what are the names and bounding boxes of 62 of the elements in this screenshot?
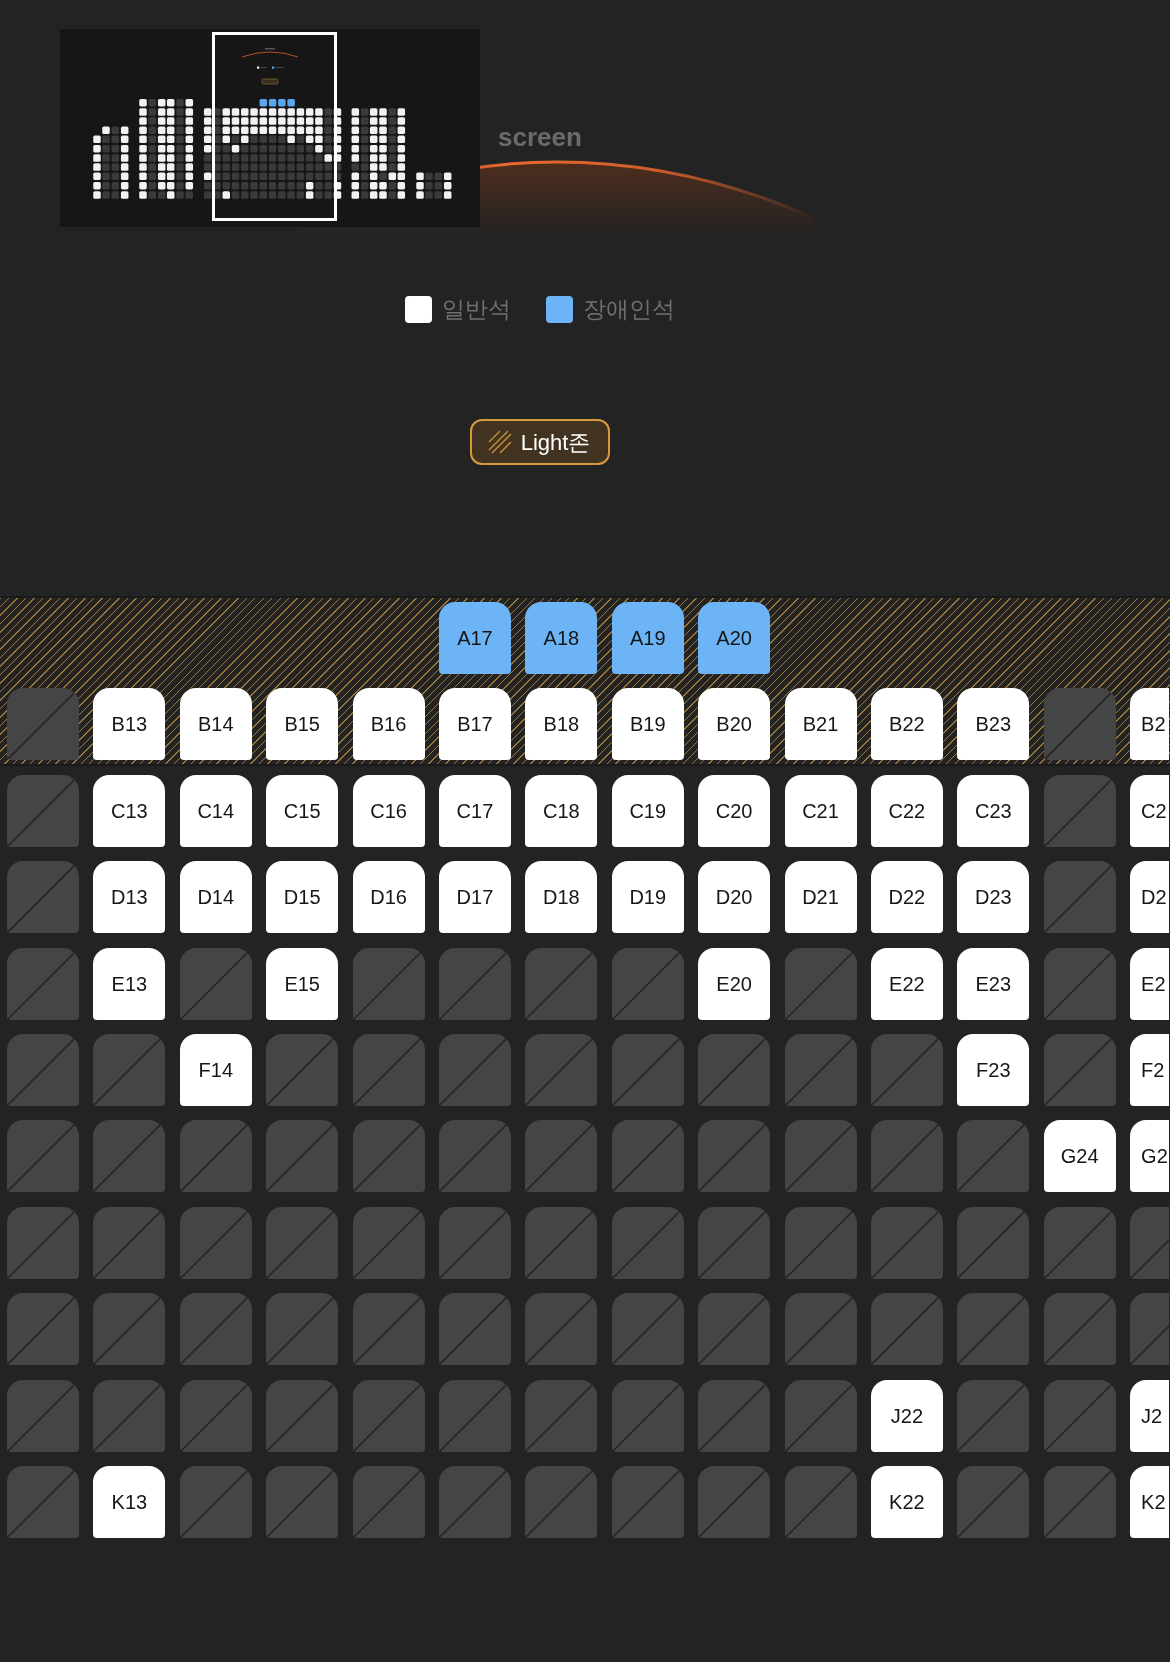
seat[interactable]: K13 <box>93 1465 166 1538</box>
seat[interactable]: C16 <box>352 774 425 847</box>
seat[interactable]: C23 <box>957 774 1030 847</box>
seat[interactable]: D16 <box>352 861 425 934</box>
seat[interactable]: K22 <box>870 1465 943 1538</box>
seat[interactable]: D21 <box>784 861 857 934</box>
seat[interactable]: B17 <box>438 688 511 761</box>
hatch-icon <box>487 430 512 454</box>
seat[interactable]: C22 <box>870 774 943 847</box>
legend-label: 일반석 <box>442 295 511 323</box>
seat[interactable]: C19 <box>611 774 684 847</box>
accessible-seat[interactable]: A18 <box>525 602 598 674</box>
seat[interactable]: D15 <box>266 861 339 934</box>
seat[interactable]: B23 <box>957 688 1030 761</box>
light-zone-button[interactable]: Light존 <box>469 419 611 465</box>
seat[interactable]: C14 <box>179 774 252 847</box>
seat[interactable]: B2 <box>1130 688 1170 761</box>
seat[interactable]: B15 <box>266 688 339 761</box>
seat[interactable]: B14 <box>179 688 252 761</box>
seat[interactable]: C2 <box>1130 774 1170 847</box>
legend-label: 장애인석 <box>583 295 675 323</box>
seat[interactable]: D20 <box>698 861 771 934</box>
seat[interactable]: D17 <box>438 861 511 934</box>
seat[interactable]: D23 <box>957 861 1030 934</box>
screen-label: screen <box>498 122 582 152</box>
seat[interactable]: B20 <box>698 688 771 761</box>
accessible-seat[interactable]: A19 <box>611 602 684 674</box>
seat[interactable]: B22 <box>870 688 943 761</box>
accessible-seat[interactable]: A17 <box>438 602 511 674</box>
seat[interactable]: B19 <box>611 688 684 761</box>
seat[interactable]: J2 <box>1130 1379 1170 1452</box>
seat[interactable]: D19 <box>611 861 684 934</box>
seat[interactable]: F23 <box>957 1033 1030 1106</box>
seat[interactable]: F2 <box>1130 1033 1170 1106</box>
seat[interactable]: K2 <box>1130 1465 1170 1538</box>
seat[interactable]: F14 <box>179 1033 252 1106</box>
seat[interactable]: G24 <box>1043 1120 1116 1193</box>
seat[interactable]: D13 <box>93 861 166 934</box>
seat[interactable]: E15 <box>266 947 339 1020</box>
seat[interactable]: G2 <box>1130 1120 1170 1193</box>
seat[interactable]: E13 <box>93 947 166 1020</box>
seat[interactable]: C13 <box>93 774 166 847</box>
seat[interactable]: E23 <box>957 947 1030 1020</box>
seat[interactable]: E22 <box>870 947 943 1020</box>
accessible-seat[interactable]: A20 <box>698 602 771 674</box>
seat[interactable]: B21 <box>784 688 857 761</box>
seat[interactable]: D2 <box>1130 861 1170 934</box>
seat[interactable]: E2 <box>1130 947 1170 1020</box>
seat[interactable]: J22 <box>870 1379 943 1452</box>
seat[interactable]: D14 <box>179 861 252 934</box>
minimap-viewport-frame[interactable] <box>212 32 337 221</box>
seat[interactable]: B16 <box>352 688 425 761</box>
seat[interactable]: D18 <box>525 861 598 934</box>
seat[interactable]: B18 <box>525 688 598 761</box>
seat[interactable]: E20 <box>698 947 771 1020</box>
seat[interactable]: C18 <box>525 774 598 847</box>
seat[interactable]: C20 <box>698 774 771 847</box>
seat[interactable]: C17 <box>438 774 511 847</box>
seat[interactable]: D22 <box>870 861 943 934</box>
seat[interactable]: C15 <box>266 774 339 847</box>
seat[interactable]: C21 <box>784 774 857 847</box>
seat[interactable]: B13 <box>93 688 166 761</box>
